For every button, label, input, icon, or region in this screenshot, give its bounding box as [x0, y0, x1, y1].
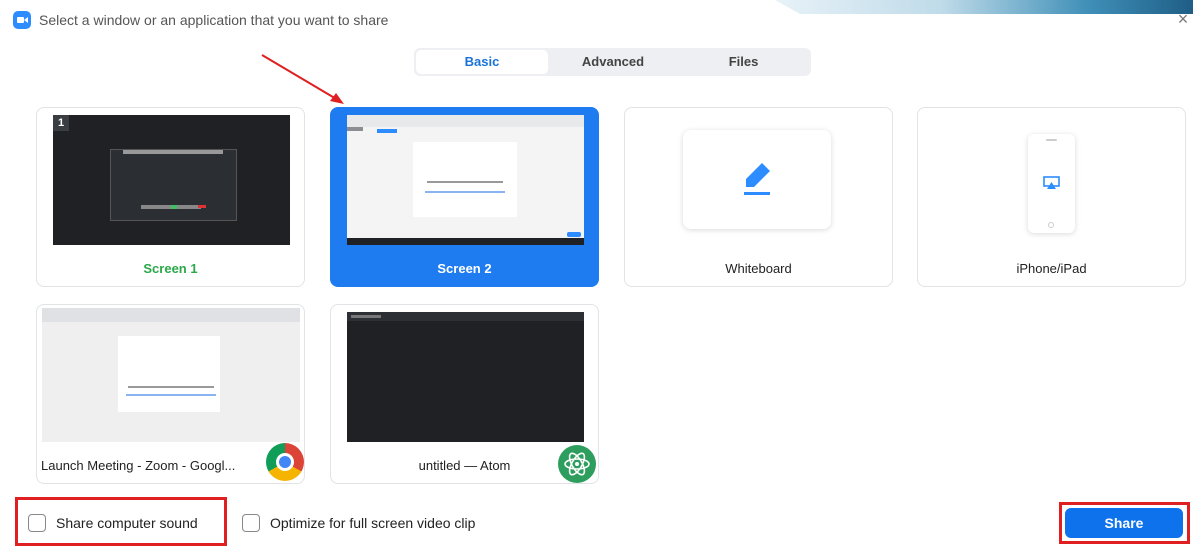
tab-basic[interactable]: Basic — [416, 50, 548, 74]
share-card-whiteboard[interactable]: Whiteboard — [624, 107, 893, 287]
tab-files[interactable]: Files — [678, 50, 809, 74]
phone-home-button — [1048, 222, 1054, 228]
phone-preview — [1028, 134, 1075, 233]
optimize-video-label[interactable]: Optimize for full screen video clip — [270, 515, 475, 531]
screen-1-label: Screen 1 — [143, 261, 198, 276]
share-card-iphone-ipad[interactable]: iPhone/iPad — [917, 107, 1186, 287]
share-card-screen-2[interactable]: 2 Screen 2 — [330, 107, 599, 287]
pen-icon — [744, 163, 770, 195]
airplay-icon — [1043, 176, 1060, 189]
annotation-arrow — [261, 54, 344, 104]
phone-speaker — [1046, 139, 1057, 141]
share-card-screen-1[interactable]: 1 Screen 1 — [36, 107, 305, 287]
atom-window-thumbnail — [347, 312, 584, 442]
background-decoration — [775, 0, 1193, 14]
chrome-window-label: Launch Meeting - Zoom - Googl... — [41, 458, 236, 473]
share-computer-sound-checkbox[interactable] — [28, 514, 46, 532]
share-tabs: Basic Advanced Files — [414, 48, 811, 76]
chrome-window-thumbnail — [42, 308, 300, 442]
atom-window-label: untitled — Atom — [418, 458, 511, 473]
screen-2-label: Screen 2 — [437, 261, 492, 276]
whiteboard-label: Whiteboard — [725, 261, 792, 276]
window-title: Select a window or an application that y… — [39, 12, 389, 28]
whiteboard-preview — [683, 130, 831, 229]
share-button[interactable]: Share — [1065, 508, 1183, 538]
share-card-chrome-window[interactable]: Launch Meeting - Zoom - Googl... — [36, 304, 305, 484]
screen-2-thumbnail: 2 — [347, 115, 584, 245]
title-bar: Select a window or an application that y… — [0, 0, 1193, 40]
zoom-app-icon — [13, 11, 31, 29]
screen-number-badge: 1 — [53, 115, 69, 131]
share-card-atom-window[interactable]: untitled — Atom — [330, 304, 599, 484]
tab-advanced[interactable]: Advanced — [548, 50, 678, 74]
iphone-ipad-label: iPhone/iPad — [1016, 261, 1087, 276]
screen-1-thumbnail: 1 — [53, 115, 290, 245]
share-computer-sound-label[interactable]: Share computer sound — [56, 515, 198, 531]
optimize-video-checkbox[interactable] — [242, 514, 260, 532]
close-icon[interactable]: × — [1175, 9, 1191, 29]
